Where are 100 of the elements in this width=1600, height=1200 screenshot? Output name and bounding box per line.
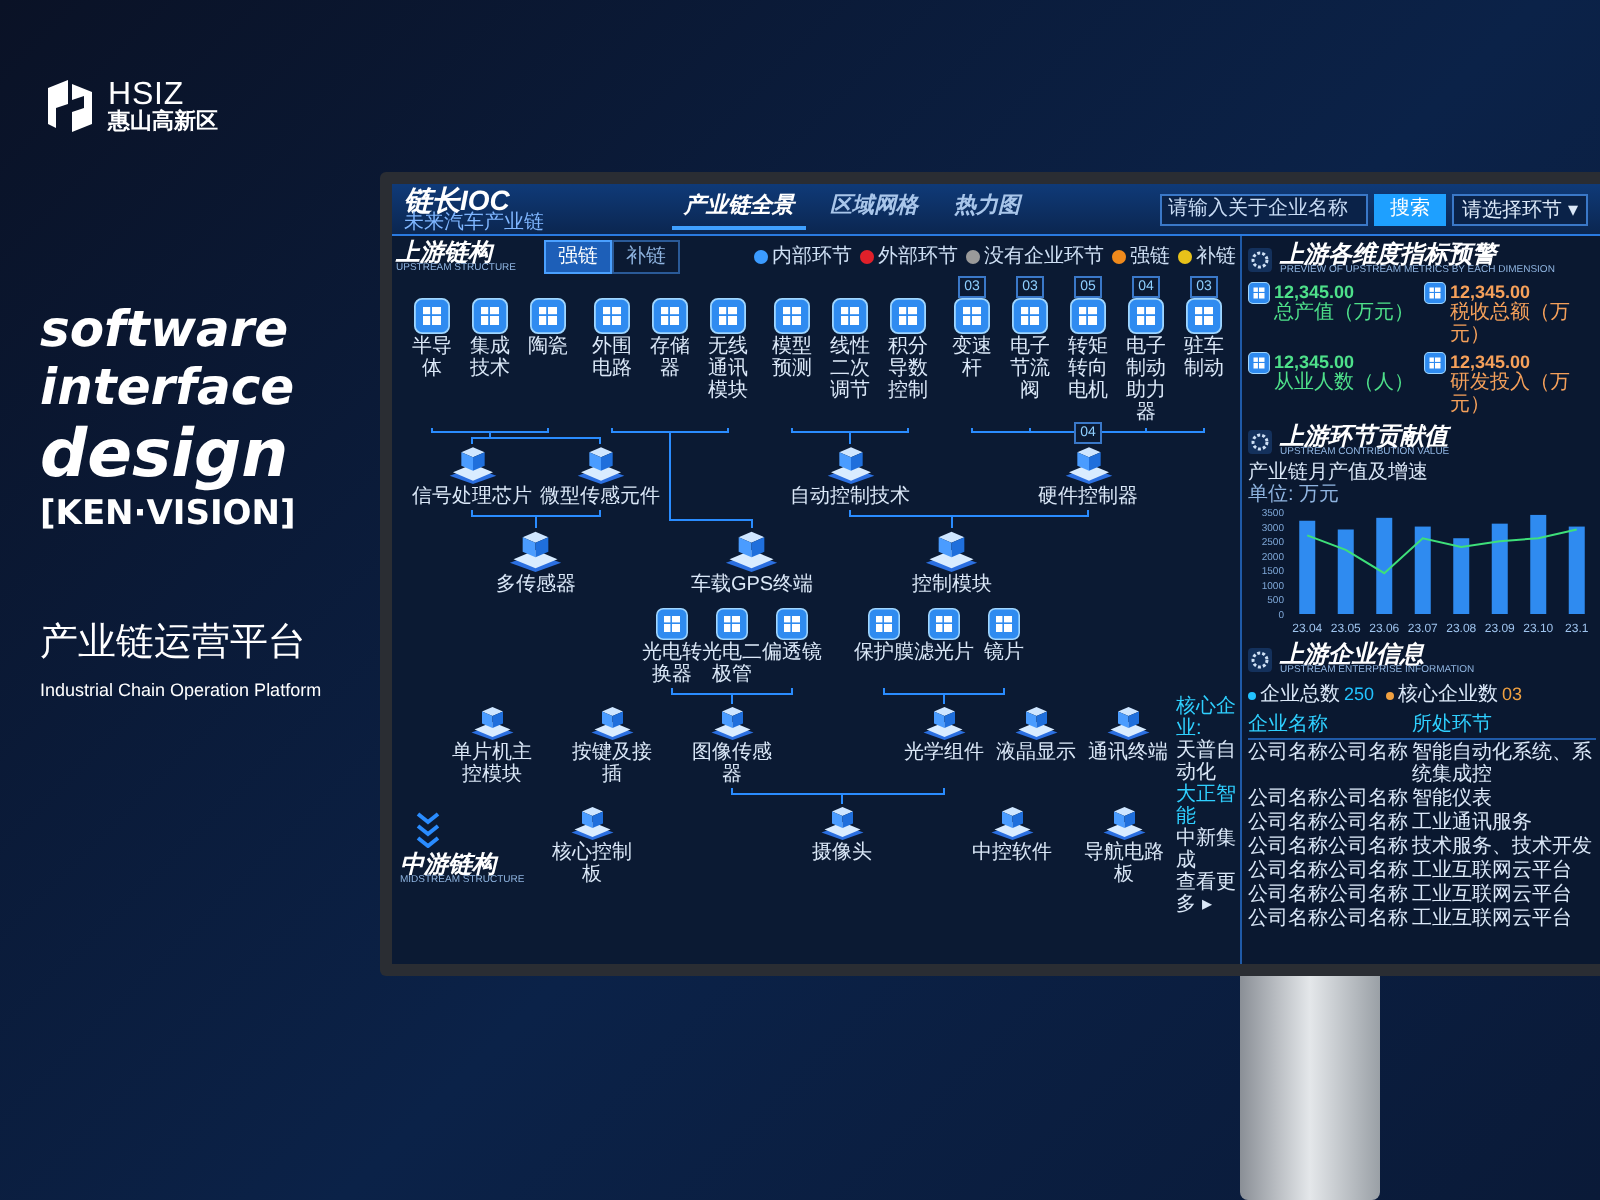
tile-icon (716, 608, 748, 640)
metric-value: 12,345.00 (1450, 352, 1533, 372)
tile-icon (890, 298, 926, 334)
cube-platform-icon (569, 804, 615, 840)
nav-tab[interactable]: 产业链全景 (672, 188, 806, 230)
section-title: 上游环节贡献值 (1280, 424, 1450, 448)
logo-subtext: 惠山高新区 (108, 111, 218, 133)
headline-text: design (40, 420, 291, 486)
metric-label: 从业人数（人） (1274, 372, 1414, 394)
bracket-connector (883, 687, 1005, 705)
tile-icon (1012, 298, 1048, 334)
section-title: 上游企业信息 (1280, 642, 1425, 666)
cube-platform-icon (819, 804, 865, 840)
node-label: 车载GPS终端 (690, 574, 814, 596)
chevrons-down-icon (416, 812, 440, 848)
tile-icon (832, 298, 868, 334)
stat-label: 核心企业数 (1398, 681, 1499, 710)
company-name: 天普自动化 (1176, 740, 1238, 784)
node-label: 半导体 (410, 336, 454, 380)
chart-bar (1414, 526, 1431, 614)
logo-text: HSIZ (108, 79, 185, 111)
node-label: 摄像头 (810, 842, 874, 864)
table-cell-text: 工业互联网云平台 (1412, 908, 1574, 930)
node-label: 自动控制技术 (788, 486, 912, 508)
filter-dropdown[interactable]: 请选择环节 ▾ (1452, 193, 1588, 225)
node-label: 积分导数控制 (886, 336, 930, 402)
cube-platform-icon (1105, 704, 1151, 740)
table-cell-text: 工业互联网云平台 (1412, 860, 1574, 882)
node-label: 导航电路板 (1082, 842, 1166, 886)
node-label: 镜片 (982, 642, 1026, 664)
tile-icon (1186, 298, 1222, 334)
legend-label: 没有企业环节 (984, 243, 1104, 271)
chart-bar (1376, 517, 1393, 614)
column-header: 企业名称 (1248, 714, 1412, 740)
chart-unit: 单位: 万元 (1248, 484, 1342, 506)
bracket-connector (791, 427, 909, 445)
node-label: 光电转换器 (642, 642, 702, 686)
tile-icon (928, 608, 960, 640)
search-field[interactable]: 请输入关于企业名称 (1160, 193, 1369, 225)
tile-icon (954, 298, 990, 334)
tile-icon (656, 608, 688, 640)
tile-icon (776, 608, 808, 640)
table-cell-text: 公司名称公司名称 (1248, 742, 1410, 768)
node-label: 核心控制板 (550, 842, 634, 886)
table-cell-text: 公司名称公司名称 (1248, 812, 1410, 834)
gear-icon (1248, 429, 1272, 453)
platform-title: 产业链运营平台 (40, 620, 308, 668)
table-cell-text: 公司名称公司名称 (1248, 788, 1410, 810)
headline-text: interface (40, 362, 297, 412)
chart-bar (1530, 514, 1547, 614)
node-label: 液晶显示 (994, 742, 1078, 764)
node-label: 单片机主控模块 (450, 742, 534, 786)
cube-platform-icon (724, 528, 780, 572)
table-cell-text: 公司名称公司名称 (1248, 860, 1410, 882)
table-cell-text: 公司名称公司名称 (1248, 908, 1410, 930)
cube-platform-icon (508, 528, 564, 572)
chart-bar (1337, 529, 1354, 614)
legend-label: 补链 (1196, 243, 1236, 271)
platform-subtitle: Industrial Chain Operation Platform (40, 677, 324, 704)
table-cell-text: 公司名称公司名称 (1248, 836, 1410, 858)
cube-platform-icon (921, 704, 967, 740)
node-label: 偏透镜 (762, 642, 822, 664)
node-label: 驻车制动 (1182, 336, 1226, 380)
view-more-link[interactable]: 查看更多 ▸ (1176, 872, 1240, 916)
chain-toggle[interactable]: 强链 (544, 239, 613, 273)
section-title: 中游链构 (400, 852, 499, 876)
cube-platform-icon (447, 444, 497, 484)
bracket-connector (471, 509, 601, 529)
headline-text: software (40, 304, 291, 354)
node-label: 光电二极管 (702, 642, 762, 686)
stat-label: 企业总数 (1260, 681, 1340, 710)
tile-icon (774, 298, 810, 334)
chain-toggle[interactable]: 补链 (612, 239, 681, 273)
gear-icon (1248, 647, 1272, 671)
node-label: 电子制动助力器 (1124, 336, 1168, 424)
tile-icon (530, 298, 566, 334)
metric-label: 税收总额（万元） (1450, 302, 1572, 346)
cube-platform-icon (709, 704, 755, 740)
cube-platform-icon (989, 804, 1035, 840)
chart-bar (1491, 523, 1508, 614)
tile-icon (1424, 282, 1446, 304)
node-label: 微型传感元件 (538, 486, 662, 508)
node-label: 滤光片 (914, 642, 974, 664)
legend-label: 外部环节 (878, 243, 958, 271)
company-name: 大正智能 (1176, 784, 1238, 828)
tile-icon (414, 298, 450, 334)
nav-tab[interactable]: 热力图 (942, 188, 1032, 230)
metric-value: 12,345.00 (1274, 282, 1357, 302)
node-label: 存储器 (648, 336, 692, 380)
table-cell-text: 公司名称公司名称 (1248, 884, 1410, 906)
node-label: 外围电路 (590, 336, 634, 380)
node-label: 无线通讯模块 (706, 336, 750, 402)
node-label: 电子节流阀 (1008, 336, 1052, 402)
metric-label: 研发投入（万元） (1450, 372, 1572, 416)
tile-icon (1070, 298, 1106, 334)
nav-tab[interactable]: 区域网格 (818, 188, 930, 230)
table-cell-text: 工业通讯服务 (1412, 812, 1534, 834)
bracket-connector (671, 687, 793, 705)
tile-icon (652, 298, 688, 334)
brand-text: [KEN·VISION] (40, 498, 298, 532)
